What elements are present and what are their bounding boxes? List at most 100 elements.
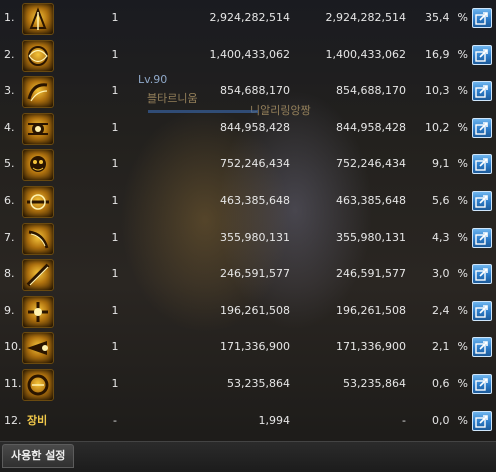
damage-row: 12. 장비 -1,994-0,0% xyxy=(0,403,496,440)
damage-percent: 2,1% xyxy=(420,329,468,366)
damage-table: 1. 1 2,924,282,514 2,924,282,514 35,4% 2. 1 1,4… xyxy=(0,0,496,440)
damage-row: 7. 1 355,980,131 355,980,131 4,3% xyxy=(0,220,496,257)
skill-icon xyxy=(22,332,54,365)
percent-symbol: % xyxy=(457,84,468,98)
percent-value: 0,6 xyxy=(432,377,450,390)
damage-row: 4. 1 844,958,428 844,958,428 10,2% xyxy=(0,110,496,147)
hit-count: 1 xyxy=(111,377,119,390)
total-damage: 1,400,433,062 xyxy=(325,47,406,61)
share-arrow-icon[interactable] xyxy=(472,44,492,65)
total-damage: 53,235,864 xyxy=(343,377,406,390)
share-arrow-icon[interactable] xyxy=(472,337,492,358)
damage-row: 6. 1 463,385,648 463,385,648 5,6% xyxy=(0,183,496,220)
share-arrow-icon[interactable] xyxy=(472,154,492,175)
damage-value: 53,235,864 xyxy=(227,377,290,390)
row-rank: 3. xyxy=(4,84,15,98)
percent-value: 2,4 xyxy=(432,303,450,317)
damage-value: 355,980,131 xyxy=(220,230,290,244)
percent-value: 4,3 xyxy=(432,230,450,244)
share-arrow-icon[interactable] xyxy=(472,264,492,285)
percent-value: 10,2 xyxy=(425,120,450,134)
damage-percent: 10,2% xyxy=(420,110,468,147)
damage-value: 2,924,282,514 xyxy=(209,11,290,24)
row-rank: 10. xyxy=(4,340,22,354)
skill-icon xyxy=(22,76,54,109)
total-damage: 196,261,508 xyxy=(336,303,406,317)
share-arrow-icon[interactable] xyxy=(472,191,492,211)
row-rank: 8. xyxy=(4,267,15,281)
percent-symbol: % xyxy=(457,413,468,427)
percent-symbol: % xyxy=(457,120,468,134)
footer-bar: 사용한 설정 xyxy=(0,441,496,472)
skill-icon xyxy=(22,149,54,182)
hit-count: 1 xyxy=(111,47,119,61)
damage-value: 1,400,433,062 xyxy=(209,47,290,61)
row-rank: 9. xyxy=(4,303,15,317)
skill-icon xyxy=(22,222,54,255)
damage-percent: 0,0% xyxy=(420,403,468,440)
skill-icon xyxy=(22,295,54,328)
hit-count: - xyxy=(113,413,117,427)
percent-value: 16,9 xyxy=(425,47,450,61)
row-rank: 6. xyxy=(4,194,15,207)
row-rank: 7. xyxy=(4,230,15,244)
total-damage: 246,591,577 xyxy=(336,267,406,281)
percent-value: 0,0 xyxy=(432,413,450,427)
share-arrow-icon[interactable] xyxy=(472,117,492,138)
hit-count: 1 xyxy=(111,11,119,24)
hit-count: 1 xyxy=(111,267,119,281)
hit-count: 1 xyxy=(111,120,119,134)
percent-value: 35,4 xyxy=(425,11,450,24)
percent-symbol: % xyxy=(457,340,468,354)
damage-percent: 16,9% xyxy=(420,37,468,74)
percent-value: 5,6 xyxy=(432,194,450,207)
share-arrow-icon[interactable] xyxy=(472,8,492,28)
row-rank: 11. xyxy=(4,377,22,390)
damage-value: 246,591,577 xyxy=(220,267,290,281)
percent-symbol: % xyxy=(457,11,468,24)
row-rank: 5. xyxy=(4,157,15,171)
damage-percent: 4,3% xyxy=(420,220,468,257)
damage-value: 463,385,648 xyxy=(220,194,290,207)
damage-percent: 9,1% xyxy=(420,146,468,183)
percent-symbol: % xyxy=(457,194,468,207)
damage-row: 11. 1 53,235,864 53,235,864 0,6% xyxy=(0,366,496,403)
damage-row: 10. 1 171,336,900 171,336,900 2,1% xyxy=(0,329,496,366)
damage-value: 854,688,170 xyxy=(220,84,290,98)
damage-percent: 3,0% xyxy=(420,256,468,293)
damage-percent: 5,6% xyxy=(420,183,468,220)
share-arrow-icon[interactable] xyxy=(472,227,492,248)
hit-count: 1 xyxy=(111,230,119,244)
percent-symbol: % xyxy=(457,267,468,281)
damage-row: 5. 1 752,246,434 752,246,434 9,1% xyxy=(0,146,496,183)
skill-icon xyxy=(22,369,54,401)
damage-value: 196,261,508 xyxy=(220,303,290,317)
damage-row: 2. 1 1,400,433,062 1,400,433,062 16,9% xyxy=(0,37,496,74)
share-arrow-icon[interactable] xyxy=(472,300,492,321)
hit-count: 1 xyxy=(111,194,119,207)
damage-value: 1,994 xyxy=(258,413,291,427)
used-settings-tab[interactable]: 사용한 설정 xyxy=(2,444,75,468)
percent-value: 9,1 xyxy=(432,157,450,171)
share-arrow-icon[interactable] xyxy=(472,374,492,394)
share-arrow-icon[interactable] xyxy=(472,410,492,431)
damage-percent: 0,6% xyxy=(420,366,468,403)
damage-value: 752,246,434 xyxy=(220,157,290,171)
percent-symbol: % xyxy=(457,230,468,244)
row-rank: 4. xyxy=(4,120,15,134)
share-arrow-icon[interactable] xyxy=(472,81,492,102)
damage-percent: 10,3% xyxy=(420,73,468,110)
skill-icon xyxy=(22,39,54,72)
total-damage: 752,246,434 xyxy=(336,157,406,171)
damage-row: 8. 1 246,591,577 246,591,577 3,0% xyxy=(0,256,496,293)
damage-row: 1. 1 2,924,282,514 2,924,282,514 35,4% xyxy=(0,0,496,37)
equipment-label: 장비 xyxy=(27,413,48,427)
skill-icon xyxy=(22,3,54,35)
total-damage: 844,958,428 xyxy=(336,120,406,134)
damage-percent: 35,4% xyxy=(420,0,468,37)
total-damage: 463,385,648 xyxy=(336,194,406,207)
row-rank: 2. xyxy=(4,47,15,61)
hit-count: 1 xyxy=(111,303,119,317)
percent-symbol: % xyxy=(457,47,468,61)
percent-symbol: % xyxy=(457,377,468,390)
